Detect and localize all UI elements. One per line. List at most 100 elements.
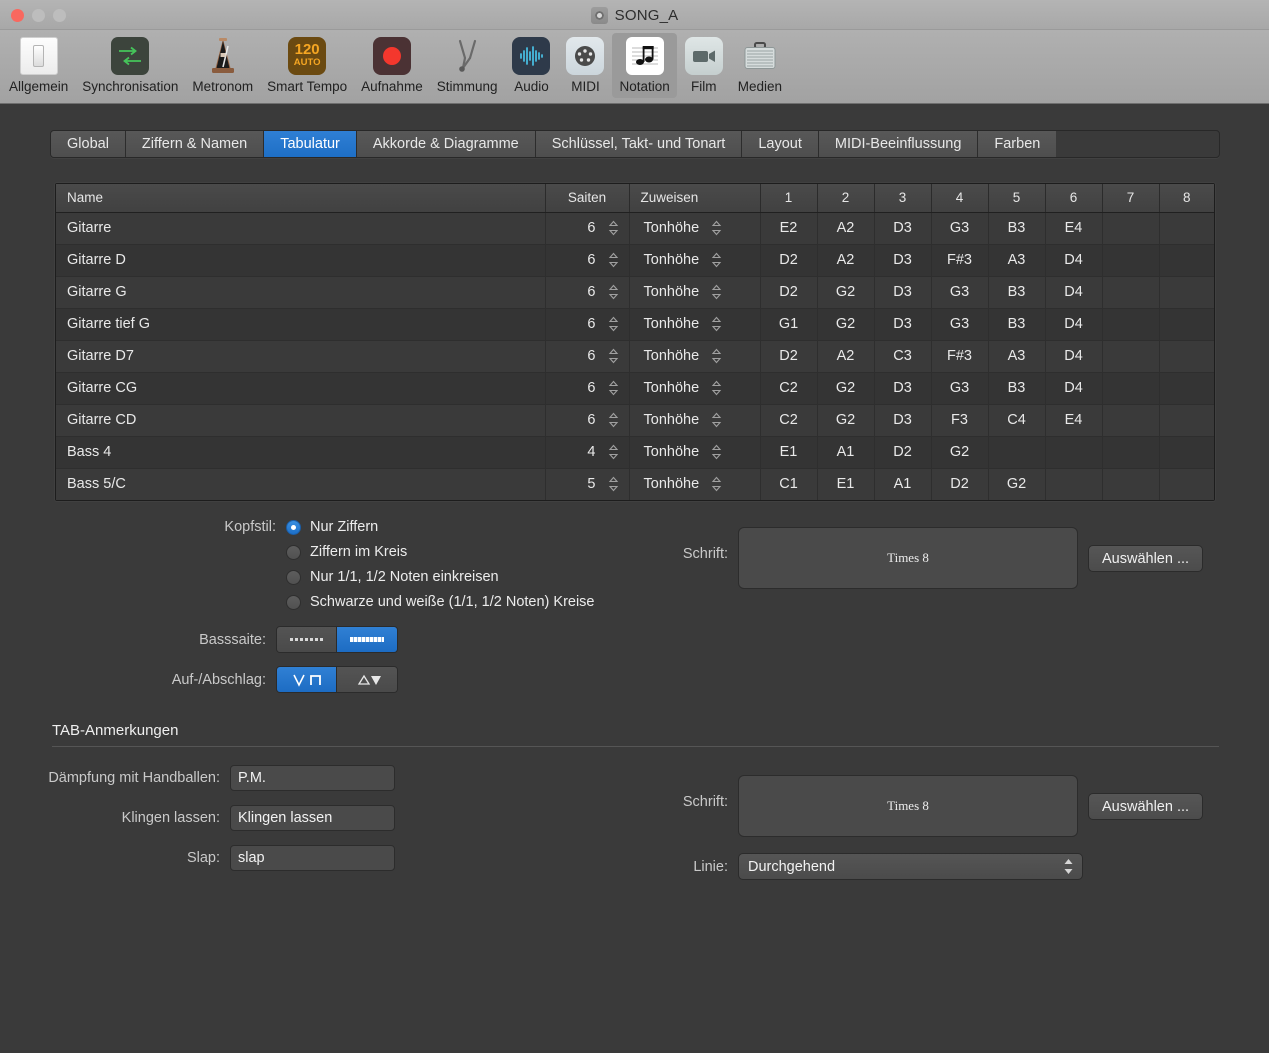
cell-string-5[interactable]: C4 bbox=[988, 404, 1046, 437]
tab-layout[interactable]: Layout bbox=[742, 131, 819, 157]
cell-name[interactable]: Gitarre CD bbox=[56, 404, 546, 437]
radio-nur-ziffern[interactable] bbox=[286, 519, 301, 535]
cell-string-2[interactable]: A2 bbox=[817, 212, 875, 245]
tab-global[interactable]: Global bbox=[51, 131, 126, 157]
font-preview-bottom[interactable]: Times 8 bbox=[738, 775, 1078, 837]
cell-string-2[interactable]: G2 bbox=[817, 404, 875, 437]
cell-string-4[interactable]: F3 bbox=[931, 404, 989, 437]
linie-select[interactable]: Durchgehend bbox=[738, 853, 1083, 880]
cell-string-7[interactable] bbox=[1102, 436, 1160, 469]
column-header-string-2[interactable]: 2 bbox=[817, 184, 875, 213]
cell-string-6[interactable]: D4 bbox=[1045, 276, 1103, 309]
slap-input[interactable]: slap bbox=[230, 845, 395, 871]
cell-string-3[interactable]: C3 bbox=[874, 340, 932, 373]
cell-name[interactable]: Gitarre D7 bbox=[56, 340, 546, 373]
column-header-zuweisen[interactable]: Zuweisen bbox=[629, 184, 761, 213]
cell-string-1[interactable]: E1 bbox=[760, 436, 818, 469]
cell-string-4[interactable]: G3 bbox=[931, 212, 989, 245]
toolbar-item-film[interactable]: Film bbox=[677, 33, 731, 98]
cell-string-8[interactable] bbox=[1159, 308, 1214, 341]
basssaite-thick-line-option[interactable] bbox=[337, 627, 397, 652]
cell-strings-stepper[interactable]: 6 bbox=[545, 212, 630, 245]
column-header-string-1[interactable]: 1 bbox=[760, 184, 818, 213]
cell-assign-select[interactable]: Tonhöhe bbox=[629, 340, 761, 373]
cell-name[interactable]: Gitarre G bbox=[56, 276, 546, 309]
cell-string-3[interactable]: D3 bbox=[874, 372, 932, 405]
cell-string-1[interactable]: C2 bbox=[760, 372, 818, 405]
toolbar-item-metronom[interactable]: Metronom bbox=[185, 33, 260, 98]
column-header-string-3[interactable]: 3 bbox=[874, 184, 932, 213]
cell-string-4[interactable]: D2 bbox=[931, 468, 989, 500]
cell-string-1[interactable]: D2 bbox=[760, 276, 818, 309]
table-row[interactable]: Bass 5/C 5 Tonhöhe C1 E1 A1 D2 G2 bbox=[56, 468, 1214, 500]
radio-nur-noten-einkreisen[interactable] bbox=[286, 569, 301, 585]
cell-name[interactable]: Gitarre D bbox=[56, 244, 546, 277]
cell-string-8[interactable] bbox=[1159, 244, 1214, 277]
cell-assign-select[interactable]: Tonhöhe bbox=[629, 308, 761, 341]
cell-string-3[interactable]: D3 bbox=[874, 276, 932, 309]
tab-midi-beeinflussung[interactable]: MIDI-Beeinflussung bbox=[818, 131, 979, 157]
cell-string-8[interactable] bbox=[1159, 404, 1214, 437]
cell-name[interactable]: Gitarre bbox=[56, 212, 546, 245]
basssaite-thin-line-option[interactable] bbox=[277, 627, 337, 652]
cell-string-7[interactable] bbox=[1102, 212, 1160, 245]
cell-assign-select[interactable]: Tonhöhe bbox=[629, 276, 761, 309]
cell-string-7[interactable] bbox=[1102, 404, 1160, 437]
column-header-string-4[interactable]: 4 bbox=[931, 184, 989, 213]
toolbar-item-medien[interactable]: Medien bbox=[731, 33, 789, 98]
cell-string-5[interactable]: B3 bbox=[988, 276, 1046, 309]
cell-string-8[interactable] bbox=[1159, 340, 1214, 373]
cell-name[interactable]: Gitarre CG bbox=[56, 372, 546, 405]
cell-string-5[interactable]: B3 bbox=[988, 372, 1046, 405]
tab-ziffern-namen[interactable]: Ziffern & Namen bbox=[125, 131, 265, 157]
cell-assign-select[interactable]: Tonhöhe bbox=[629, 372, 761, 405]
cell-string-2[interactable]: G2 bbox=[817, 372, 875, 405]
cell-name[interactable]: Bass 5/C bbox=[56, 468, 546, 500]
cell-string-3[interactable]: D3 bbox=[874, 404, 932, 437]
toolbar-item-notation[interactable]: Notation bbox=[612, 33, 677, 98]
column-header-name[interactable]: Name bbox=[56, 184, 546, 213]
cell-string-8[interactable] bbox=[1159, 212, 1214, 245]
cell-string-3[interactable]: A1 bbox=[874, 468, 932, 500]
cell-string-6[interactable]: D4 bbox=[1045, 340, 1103, 373]
cell-string-6[interactable] bbox=[1045, 468, 1103, 500]
tab-farben[interactable]: Farben bbox=[978, 131, 1057, 157]
cell-string-4[interactable]: F#3 bbox=[931, 340, 989, 373]
cell-name[interactable]: Bass 4 bbox=[56, 436, 546, 469]
cell-string-3[interactable]: D3 bbox=[874, 244, 932, 277]
cell-string-2[interactable]: A2 bbox=[817, 244, 875, 277]
table-row[interactable]: Gitarre G 6 Tonhöhe D2 G2 D3 G3 B3 D4 bbox=[56, 276, 1214, 309]
cell-string-7[interactable] bbox=[1102, 244, 1160, 277]
cell-strings-stepper[interactable]: 5 bbox=[545, 468, 630, 500]
cell-strings-stepper[interactable]: 6 bbox=[545, 244, 630, 277]
cell-string-3[interactable]: D2 bbox=[874, 436, 932, 469]
cell-string-4[interactable]: G3 bbox=[931, 372, 989, 405]
column-header-string-7[interactable]: 7 bbox=[1102, 184, 1160, 213]
cell-string-1[interactable]: D2 bbox=[760, 244, 818, 277]
cell-assign-select[interactable]: Tonhöhe bbox=[629, 468, 761, 500]
column-header-saiten[interactable]: Saiten bbox=[545, 184, 630, 213]
cell-string-6[interactable]: E4 bbox=[1045, 404, 1103, 437]
cell-string-1[interactable]: G1 bbox=[760, 308, 818, 341]
cell-string-5[interactable]: G2 bbox=[988, 468, 1046, 500]
cell-strings-stepper[interactable]: 4 bbox=[545, 436, 630, 469]
toolbar-item-synchronisation[interactable]: Synchronisation bbox=[75, 33, 185, 98]
column-header-string-6[interactable]: 6 bbox=[1045, 184, 1103, 213]
cell-string-8[interactable] bbox=[1159, 276, 1214, 309]
cell-assign-select[interactable]: Tonhöhe bbox=[629, 404, 761, 437]
table-row[interactable]: Gitarre 6 Tonhöhe E2 A2 D3 G3 B3 E4 bbox=[56, 212, 1214, 245]
cell-string-1[interactable]: C2 bbox=[760, 404, 818, 437]
cell-string-7[interactable] bbox=[1102, 372, 1160, 405]
cell-strings-stepper[interactable]: 6 bbox=[545, 276, 630, 309]
tab-schluessel-takt-tonart[interactable]: Schlüssel, Takt- und Tonart bbox=[535, 131, 743, 157]
cell-string-6[interactable]: D4 bbox=[1045, 308, 1103, 341]
tab-akkorde-diagramme[interactable]: Akkorde & Diagramme bbox=[356, 131, 536, 157]
stroke-triangle-option[interactable] bbox=[337, 667, 397, 692]
cell-string-4[interactable]: G2 bbox=[931, 436, 989, 469]
cell-string-2[interactable]: G2 bbox=[817, 308, 875, 341]
cell-string-8[interactable] bbox=[1159, 436, 1214, 469]
cell-string-5[interactable]: B3 bbox=[988, 308, 1046, 341]
cell-string-4[interactable]: G3 bbox=[931, 308, 989, 341]
cell-string-2[interactable]: A1 bbox=[817, 436, 875, 469]
cell-string-7[interactable] bbox=[1102, 340, 1160, 373]
